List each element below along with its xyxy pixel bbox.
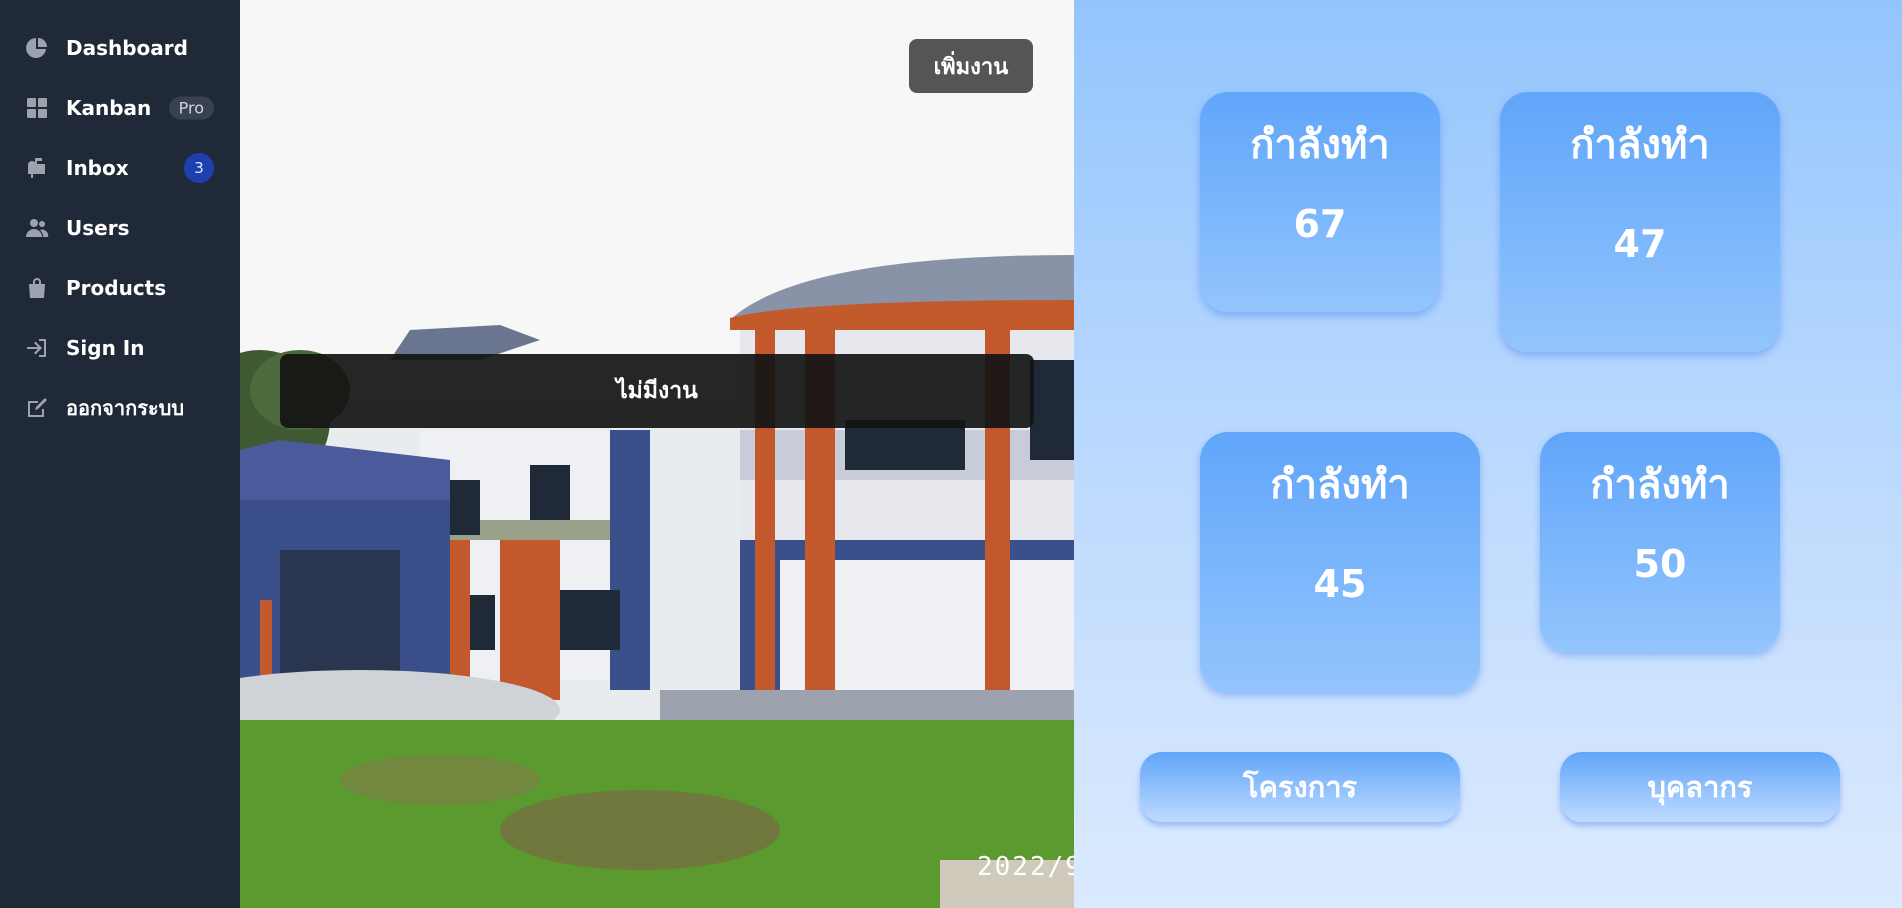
sidebar-item-label: Sign In [66,336,145,360]
no-task-banner: ไม่มีงาน [280,354,1034,428]
stat-card[interactable]: กำลังทำ 50 [1540,432,1780,652]
pro-badge: Pro [168,96,214,120]
users-icon [24,215,50,241]
sidebar-item-kanban[interactable]: Kanban Pro [0,78,240,138]
sidebar-item-label: Inbox [66,156,129,180]
building-photo [240,0,1074,908]
building-illustration [240,0,1074,908]
stat-label: กำลังทำ [1250,122,1390,168]
sign-in-icon [24,335,50,361]
sidebar-item-label: ออกจากระบบ [66,396,185,420]
sidebar-item-products[interactable]: Products [0,258,240,318]
stat-value: 67 [1293,202,1347,246]
sidebar-item-sign-in[interactable]: Sign In [0,318,240,378]
stat-label: กำลังทำ [1270,462,1410,508]
projects-button[interactable]: โครงการ [1140,752,1460,822]
stat-value: 47 [1613,222,1667,266]
add-task-button[interactable]: เพิ่มงาน [909,39,1033,93]
sidebar-item-dashboard[interactable]: Dashboard [0,18,240,78]
sidebar-item-label: Kanban [66,96,152,120]
grid-icon [24,95,50,121]
logout-icon [24,395,50,421]
stat-label: กำลังทำ [1590,462,1730,508]
stat-card[interactable]: กำลังทำ 67 [1200,92,1440,312]
pie-chart-icon [24,35,50,61]
sidebar-item-label: Dashboard [66,36,188,60]
sidebar-item-logout[interactable]: ออกจากระบบ [0,378,240,438]
stat-value: 45 [1313,562,1367,606]
photo-date-stamp: 2022/9 [977,852,1074,882]
personnel-button[interactable]: บุคลากร [1560,752,1840,822]
inbox-icon [24,155,50,181]
shopping-bag-icon [24,275,50,301]
inbox-count-badge: 3 [184,153,214,183]
sidebar-item-label: Products [66,276,167,300]
sidebar-item-inbox[interactable]: Inbox 3 [0,138,240,198]
stat-label: กำลังทำ [1570,122,1710,168]
stat-card[interactable]: กำลังทำ 47 [1500,92,1780,352]
sidebar: Dashboard Kanban Pro Inbox 3 Users Produ… [0,0,240,908]
stat-card[interactable]: กำลังทำ 45 [1200,432,1480,692]
sidebar-item-users[interactable]: Users [0,198,240,258]
stat-value: 50 [1633,542,1687,586]
sidebar-item-label: Users [66,216,130,240]
